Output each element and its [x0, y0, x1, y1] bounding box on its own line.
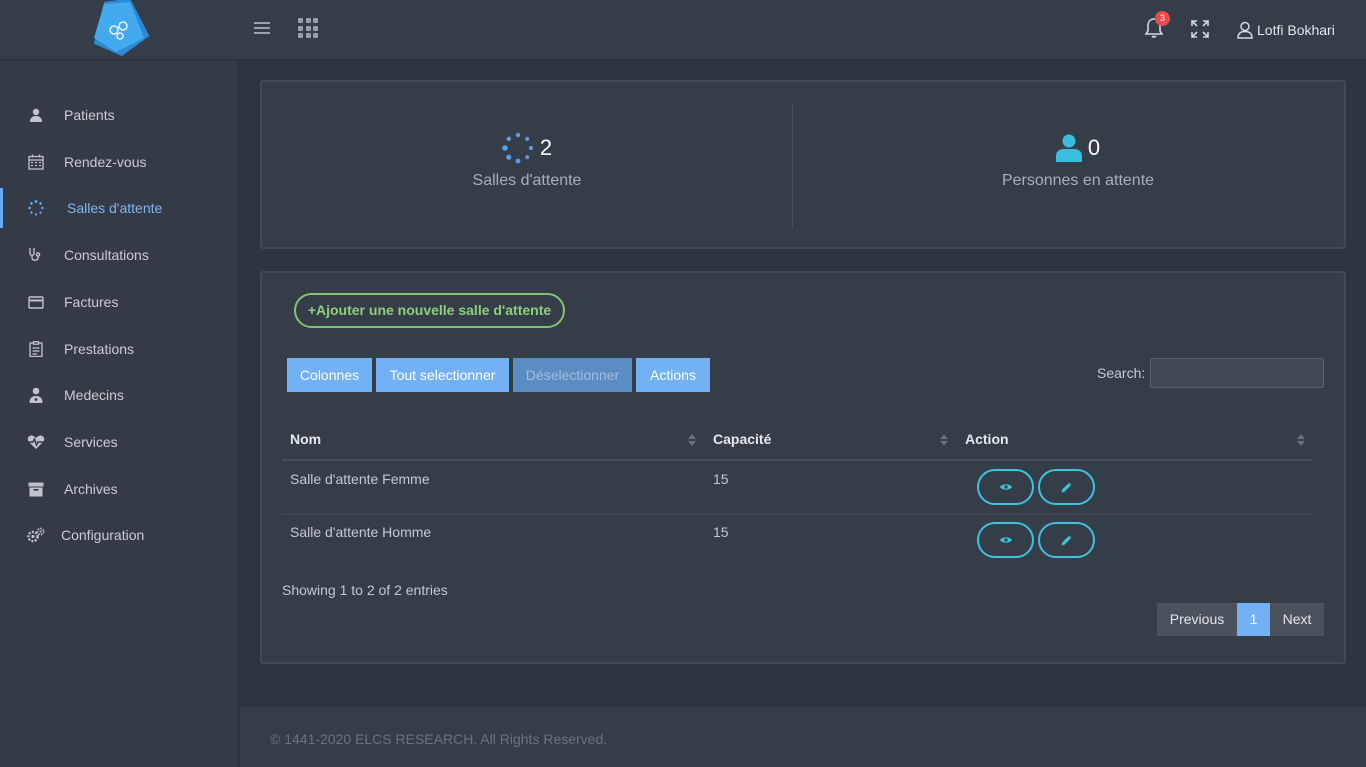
stat-value: 0	[1087, 135, 1101, 160]
stats-divider	[792, 102, 793, 228]
menu-toggle-icon[interactable]	[254, 22, 270, 36]
sort-icon[interactable]	[1297, 434, 1305, 446]
sidebar-item-label: Patients	[64, 107, 115, 123]
cell-capacite: 15	[713, 524, 729, 540]
sidebar-item-label: Prestations	[64, 341, 135, 357]
app-logo[interactable]	[90, 0, 150, 57]
pencil-icon	[1061, 482, 1072, 492]
doctor-icon	[27, 386, 45, 404]
stat-label: Personnes en attente	[1001, 172, 1155, 189]
column-header-nom[interactable]: Nom	[290, 431, 321, 447]
sidebar-item-patients[interactable]: Patients	[0, 95, 239, 135]
sidebar-item-archives[interactable]: Archives	[0, 469, 239, 509]
spinner-icon	[27, 199, 45, 217]
column-header-capacite[interactable]: Capacité	[713, 431, 771, 447]
user-menu[interactable]: Lotfi Bokhari	[1237, 18, 1335, 42]
user-icon	[1055, 134, 1082, 162]
apps-grid-icon[interactable]	[298, 18, 318, 38]
stethoscope-icon	[27, 246, 45, 264]
pagination-previous[interactable]: Previous	[1157, 603, 1237, 636]
stat-waiting-rooms: 2 Salles d'attente	[262, 102, 792, 228]
footer: © 1441-2020 ELCS RESEARCH. All Rights Re…	[240, 707, 1366, 767]
sidebar-item-label: Rendez-vous	[64, 154, 147, 170]
search-label: Search:	[1097, 365, 1146, 381]
stat-value: 2	[539, 135, 553, 160]
sidebar-item-label: Consultations	[64, 247, 149, 263]
edit-button[interactable]	[1038, 469, 1095, 505]
view-button[interactable]	[977, 469, 1034, 505]
stats-panel: 2 Salles d'attente 0 Personnes en attent…	[260, 80, 1346, 249]
pagination-next[interactable]: Next	[1270, 603, 1324, 636]
actions-button[interactable]: Actions	[636, 358, 710, 392]
search-input[interactable]	[1150, 358, 1324, 388]
clipboard-icon	[27, 340, 45, 358]
cell-nom: Salle d'attente Femme	[290, 471, 430, 487]
notification-badge: 3	[1155, 11, 1170, 26]
sidebar-item-medecins[interactable]: Medecins	[0, 375, 239, 415]
sidebar-item-label: Factures	[64, 294, 119, 310]
sidebar: Patients Rendez-vous Salles d'attente Co…	[0, 61, 239, 767]
gears-icon	[27, 526, 45, 544]
eye-icon	[999, 484, 1012, 490]
table-row-divider	[282, 514, 1313, 515]
stat-label: Salles d'attente	[472, 172, 582, 189]
waiting-rooms-panel: +Ajouter une nouvelle salle d'attente Co…	[260, 271, 1346, 664]
archive-icon	[27, 480, 45, 498]
column-header-action[interactable]: Action	[965, 431, 1009, 447]
sidebar-item-label: Archives	[64, 481, 118, 497]
sort-icon[interactable]	[688, 434, 696, 446]
user-name: Lotfi Bokhari	[1257, 22, 1335, 38]
cell-nom: Salle d'attente Homme	[290, 524, 432, 540]
sidebar-item-label: Salles d'attente	[67, 200, 163, 216]
deselect-button[interactable]: Déselectionner	[513, 358, 632, 392]
pencil-icon	[1061, 535, 1072, 545]
eye-icon	[999, 537, 1012, 543]
sidebar-item-factures[interactable]: Factures	[0, 282, 239, 322]
sidebar-item-label: Configuration	[61, 527, 145, 543]
sidebar-item-services[interactable]: Services	[0, 422, 239, 462]
cell-capacite: 15	[713, 471, 729, 487]
sidebar-item-salles-attente[interactable]: Salles d'attente	[0, 188, 239, 228]
calendar-icon	[27, 153, 45, 171]
footer-copyright: © 1441-2020 ELCS RESEARCH. All Rights Re…	[270, 731, 608, 747]
select-all-button[interactable]: Tout selectionner	[376, 358, 509, 392]
stat-waiting-people: 0 Personnes en attente	[813, 102, 1343, 228]
edit-button[interactable]	[1038, 522, 1095, 558]
sidebar-item-consultations[interactable]: Consultations	[0, 235, 239, 275]
sort-icon[interactable]	[940, 434, 948, 446]
credit-card-icon	[27, 293, 45, 311]
columns-button[interactable]: Colonnes	[287, 358, 372, 392]
heartbeat-icon	[27, 433, 45, 451]
add-waiting-room-button[interactable]: +Ajouter une nouvelle salle d'attente	[294, 293, 565, 328]
view-button[interactable]	[977, 522, 1034, 558]
table-header-divider	[282, 459, 1313, 461]
user-outline-icon	[1237, 21, 1253, 39]
table-info: Showing 1 to 2 of 2 entries	[282, 582, 448, 598]
pagination-page-1[interactable]: 1	[1237, 603, 1270, 636]
fullscreen-icon[interactable]	[1190, 19, 1210, 39]
sidebar-item-label: Services	[64, 434, 118, 450]
user-icon	[27, 106, 45, 124]
sidebar-item-rendez-vous[interactable]: Rendez-vous	[0, 142, 239, 182]
spinner-icon	[502, 132, 533, 164]
top-bar: 3 Lotfi Bokhari	[0, 0, 1366, 60]
sidebar-item-prestations[interactable]: Prestations	[0, 329, 239, 369]
sidebar-item-configuration[interactable]: Configuration	[0, 515, 239, 555]
sidebar-item-label: Medecins	[64, 387, 124, 403]
